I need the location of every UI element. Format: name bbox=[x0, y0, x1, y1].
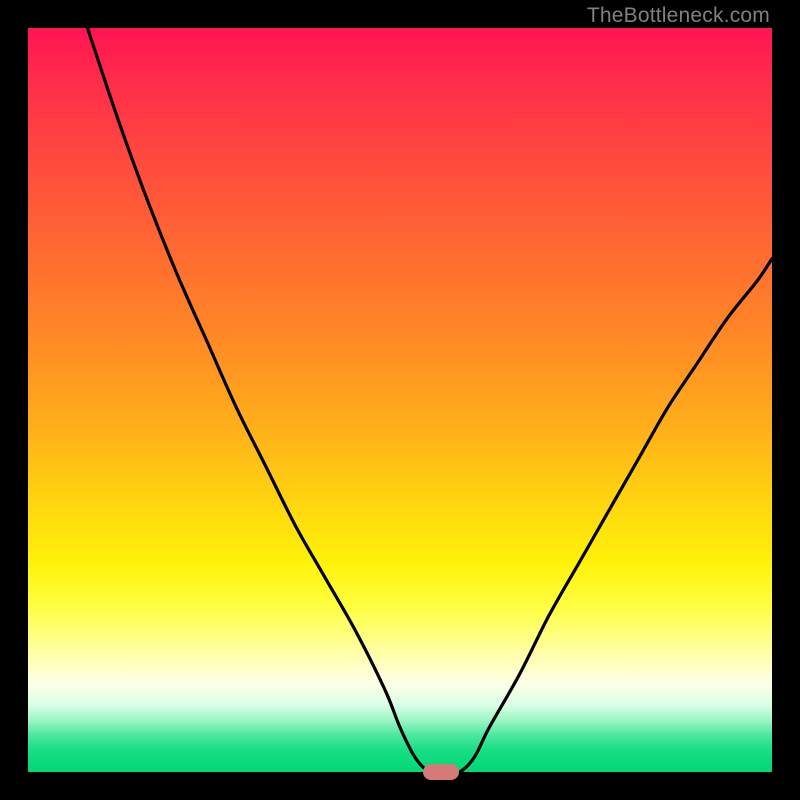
chart-frame: TheBottleneck.com bbox=[0, 0, 800, 800]
chart-background-gradient bbox=[28, 28, 772, 772]
watermark-text: TheBottleneck.com bbox=[587, 4, 770, 28]
